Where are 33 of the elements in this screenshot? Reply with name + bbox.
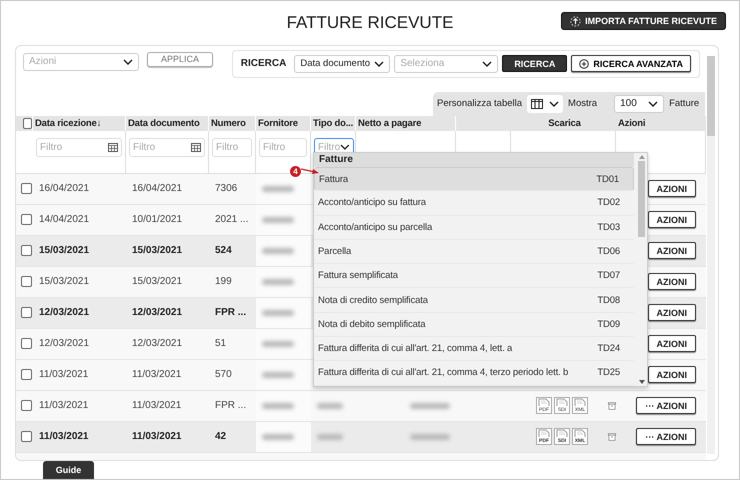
invoice-number: 570 <box>215 369 232 380</box>
option-group-header: Fatture <box>314 152 634 167</box>
invoice-number: 42 <box>215 431 226 442</box>
document-date: 12/03/2021 <box>132 307 182 318</box>
document-date: 16/04/2021 <box>132 183 182 194</box>
received-date: 15/03/2021 <box>39 276 90 288</box>
received-date: 15/03/2021 <box>39 245 90 256</box>
document-date: 15/03/2021 <box>132 276 182 288</box>
received-date: 16/04/2021 <box>39 183 90 194</box>
search-label: RICERCA <box>240 58 286 70</box>
document-date: 12/03/2021 <box>132 338 182 350</box>
invoice-number: 199 <box>215 276 232 288</box>
document-date: 11/03/2021 <box>132 369 182 380</box>
received-date: 11/03/2021 <box>39 431 88 442</box>
invoice-number: 7306 <box>215 183 238 194</box>
document-date: 10/01/2021 <box>132 214 182 226</box>
received-date: 11/03/2021 <box>39 369 88 380</box>
received-date: 12/03/2021 <box>39 307 90 318</box>
page-title: FATTURE RICEVUTE <box>286 12 454 33</box>
customize-label: Personalizza tabella <box>437 98 522 110</box>
invoice-number: 524 <box>215 245 232 256</box>
received-date: 14/04/2021 <box>39 214 90 226</box>
invoice-number: 2021 ... <box>215 214 248 226</box>
received-date: 12/03/2021 <box>39 338 90 350</box>
document-date: 11/03/2021 <box>132 400 182 412</box>
show-label: Mostra <box>568 98 598 110</box>
document-date: 15/03/2021 <box>132 245 182 256</box>
received-date: 11/03/2021 <box>39 400 88 412</box>
invoice-number: 51 <box>215 338 226 350</box>
invoice-number: FPR ... <box>215 307 246 318</box>
invoices-label: Fatture <box>669 98 700 110</box>
document-date: 11/03/2021 <box>132 431 182 442</box>
invoice-number: FPR ... <box>215 400 246 412</box>
